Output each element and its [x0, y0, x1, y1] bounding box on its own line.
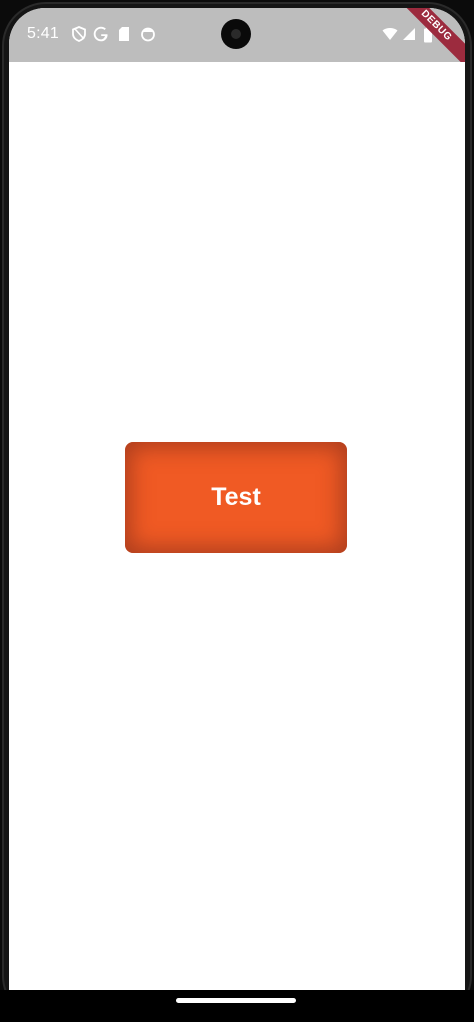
test-button[interactable]: Test — [125, 442, 347, 553]
wifi-icon — [382, 25, 398, 43]
signal-icon — [401, 25, 417, 43]
google-icon — [93, 25, 109, 43]
app-screen: 5:41 DEBUG Test — [9, 8, 465, 991]
face-icon — [140, 25, 156, 43]
phone-frame: 5:41 DEBUG Test — [0, 0, 474, 1022]
home-indicator[interactable] — [176, 998, 296, 1003]
front-camera — [221, 19, 251, 49]
test-button-label: Test — [211, 483, 261, 511]
status-time: 5:41 — [27, 25, 59, 42]
navigation-bar — [0, 990, 474, 1022]
shield-icon — [71, 25, 87, 43]
main-content: Test — [9, 62, 465, 991]
status-bar: 5:41 DEBUG — [9, 8, 465, 71]
sim-card-icon — [116, 25, 132, 43]
